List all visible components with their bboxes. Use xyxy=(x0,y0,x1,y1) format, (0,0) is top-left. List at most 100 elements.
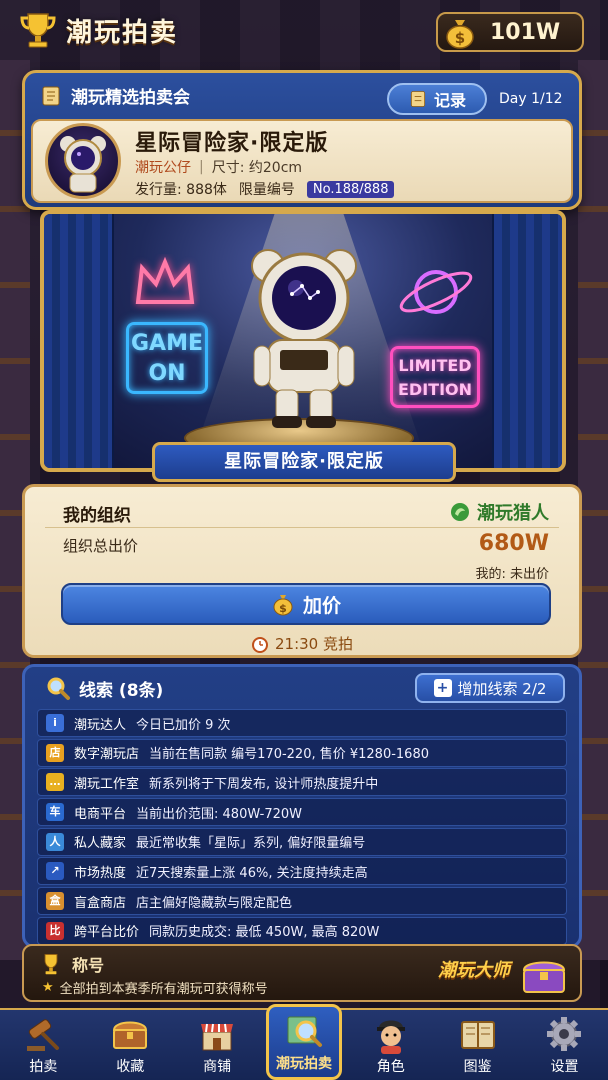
clue-header: 线索 (8条) xyxy=(45,675,163,701)
nav-label: 商铺 xyxy=(203,1059,232,1075)
nav-item[interactable]: 图鉴 xyxy=(440,1010,516,1080)
clue-source: 市场热度 xyxy=(74,865,127,881)
astronaut-thumb-icon xyxy=(60,136,106,193)
nav-item[interactable]: 角色 xyxy=(353,1010,429,1080)
money-bag-icon: $ xyxy=(446,20,474,49)
org-tag-label: 潮玩猎人 xyxy=(477,503,549,524)
title-header: 称号 xyxy=(38,952,104,976)
clue-source: 潮玩工作室 xyxy=(74,776,140,792)
treasure-chest-icon[interactable] xyxy=(520,954,568,996)
serial-badge: No.188/888 xyxy=(306,180,395,198)
right-curtain xyxy=(492,214,562,468)
magnifier-icon xyxy=(47,677,70,700)
right-shelf xyxy=(578,60,608,960)
day-counter: Day 1/12 xyxy=(499,91,563,107)
nav-label: 收藏 xyxy=(116,1059,145,1075)
record-button[interactable]: 记录 xyxy=(387,83,487,115)
auction-title: 潮玩精选拍卖会 xyxy=(71,88,190,108)
clue-text: 同款历史成交: 最低 450W, 最高 820W xyxy=(149,925,380,941)
org-tag: 潮玩猎人 xyxy=(449,499,549,525)
clue-row: 车电商平台 当前出价范围: 480W-720W xyxy=(37,798,567,827)
product-meta: 潮玩公仔 | 尺寸: 约20cm xyxy=(135,157,302,177)
clue-text: 店主偏好隐藏款与限定配色 xyxy=(136,895,293,911)
clue-source-icon: 人 xyxy=(46,832,64,851)
title-award: 潮玩大师 xyxy=(438,960,510,981)
clue-row: 店数字潮玩店 当前在售同款 编号170-220, 售价 ¥1280-1680 xyxy=(37,738,567,767)
divider xyxy=(45,527,559,528)
scroll-icon xyxy=(42,86,60,105)
product-issue: 发行量: 888体 xyxy=(135,182,227,198)
auction-info-panel: 潮玩精选拍卖会 记录 Day 1/12 星际冒险家·限定版 潮玩公仔 | 尺寸:… xyxy=(22,70,582,210)
clue-row: 比跨平台比价 同款历史成交: 最低 450W, 最高 820W xyxy=(37,916,567,945)
clue-text: 新系列将于下周发布, 设计师热度提升中 xyxy=(149,776,379,792)
nav-label: 潮玩拍卖 xyxy=(275,1056,332,1072)
neon-game-on-sign: GAME ON xyxy=(126,322,208,394)
product-card: 星际冒险家·限定版 潮玩公仔 | 尺寸: 约20cm 发行量: 888体 限量编… xyxy=(31,119,573,203)
clue-panel: 线索 (8条) + 增加线索 2/2 i 潮玩达人 今日已加价 9 次店数字潮玩店当… xyxy=(22,664,582,948)
clue-row: i 潮玩达人 今日已加价 9 次 xyxy=(37,709,567,737)
title-label: 称号 xyxy=(72,956,105,975)
my-bid-status: 我的: 未出价 xyxy=(475,567,549,582)
dragon-icon xyxy=(451,503,469,521)
neon-left-line2: ON xyxy=(148,361,186,386)
org-total-value: 680W xyxy=(478,531,549,556)
book-icon xyxy=(458,1014,498,1054)
nav-item[interactable]: 商铺 xyxy=(179,1010,255,1080)
nav-item[interactable]: 收藏 xyxy=(92,1010,168,1080)
product-meta-2: 发行量: 888体 限量编号 No.188/888 xyxy=(135,179,395,199)
clue-source: 潮玩达人 xyxy=(74,717,127,733)
magnifier-map-icon xyxy=(284,1011,324,1051)
neon-right-line1: LIMITED xyxy=(398,356,472,375)
product-size: 尺寸: 约20cm xyxy=(211,160,303,176)
nav-item[interactable]: 拍卖 xyxy=(5,1010,81,1080)
timer-label: 21:30 竞拍 xyxy=(275,635,353,653)
neon-limited-sign: LIMITED EDITION xyxy=(390,346,480,408)
org-title: 我的组织 xyxy=(63,506,131,526)
product-thumbnail[interactable] xyxy=(45,123,121,199)
clue-row: 人私人藏家 最近常收集「星际」系列, 偏好限量编号 xyxy=(37,827,567,856)
title-desc: ★ 全部拍到本赛季所有潮玩可获得称号 xyxy=(42,978,268,997)
display-stage: GAME ON LIMITED EDITION xyxy=(40,210,566,472)
clue-source-icon: 车 xyxy=(46,803,64,822)
title-panel: 称号 ★ 全部拍到本赛季所有潮玩可获得称号 潮玩大师 xyxy=(22,944,582,1002)
record-scroll-icon xyxy=(410,91,426,107)
raise-bid-button[interactable]: $ 加价 xyxy=(61,583,551,625)
add-clue-button[interactable]: + 增加线索 2/2 xyxy=(415,673,565,703)
clue-text: 今日已加价 9 次 xyxy=(136,717,231,733)
clue-row: ↗ 市场热度 近7天搜索量上涨 46%, 关注度持续走高 xyxy=(37,857,567,886)
clue-text: 当前出价范围: 480W-720W xyxy=(136,806,303,822)
auction-timer: 21:30 竞拍 xyxy=(25,633,579,654)
org-total-label: 组织总出价 xyxy=(63,537,139,555)
clue-row: … 潮玩工作室 新系列将于下周发布, 设计师热度提升中 xyxy=(37,768,567,797)
meta-separator: | xyxy=(199,159,204,175)
clue-text: 当前在售同款 编号170-220, 售价 ¥1280-1680 xyxy=(149,747,429,763)
clue-text: 近7天搜索量上涨 46%, 关注度持续走高 xyxy=(136,865,368,881)
clue-source: 私人藏家 xyxy=(74,836,127,852)
top-bar: 潮玩拍卖 $ 101W xyxy=(0,0,608,64)
clue-list: i 潮玩达人 今日已加价 9 次店数字潮玩店 当前在售同款 编号170-220, 售价… xyxy=(37,709,567,947)
clue-text: 最近常收集「星际」系列, 偏好限量编号 xyxy=(136,836,366,852)
nav-item[interactable]: 设置 xyxy=(526,1010,602,1080)
product-category: 潮玩公仔 xyxy=(135,160,191,176)
astronaut-figure[interactable] xyxy=(234,236,374,432)
clue-source: 盲盒商店 xyxy=(74,895,127,911)
raise-bid-label: 加价 xyxy=(302,594,341,617)
neon-right-line2: EDITION xyxy=(397,380,473,399)
clue-source: 电商平台 xyxy=(74,806,127,822)
money-bag-icon: $ xyxy=(273,595,293,616)
treasure-chest-icon xyxy=(110,1014,150,1054)
nav-label: 拍卖 xyxy=(29,1059,58,1075)
nav-item[interactable]: 潮玩拍卖 xyxy=(265,1004,342,1080)
trophy-icon xyxy=(44,953,58,975)
trophy-icon xyxy=(20,13,56,48)
add-clue-label: 增加线索 2/2 xyxy=(457,679,547,698)
left-curtain xyxy=(44,214,114,468)
currency-display[interactable]: $ 101W xyxy=(436,12,584,52)
page-title: 潮玩拍卖 xyxy=(66,17,179,48)
gear-icon xyxy=(544,1014,584,1054)
record-button-label: 记录 xyxy=(433,91,466,110)
clue-title: 线索 (8条) xyxy=(79,680,164,701)
clue-source-icon: 盒 xyxy=(46,892,64,911)
character-icon xyxy=(371,1014,411,1054)
clue-source: 跨平台比价 xyxy=(74,925,140,941)
